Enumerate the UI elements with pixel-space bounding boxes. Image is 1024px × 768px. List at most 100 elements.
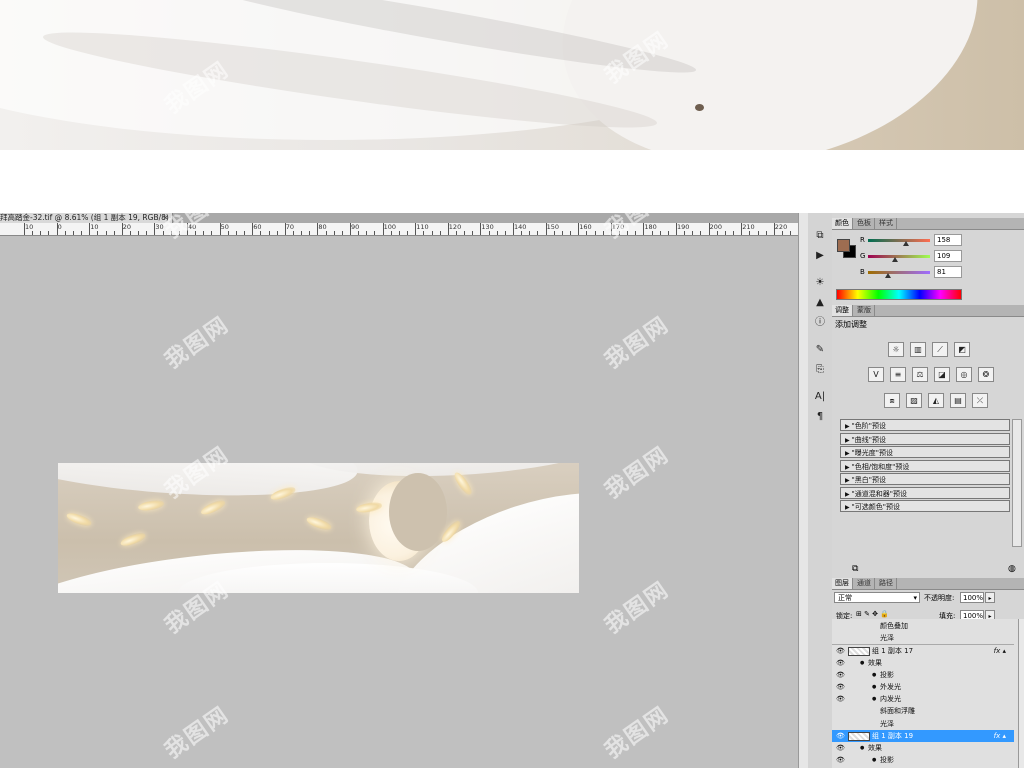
tab-channels[interactable]: 通道 bbox=[854, 578, 875, 589]
ruler-tick bbox=[121, 223, 123, 235]
tab-swatches[interactable]: 色板 bbox=[854, 218, 875, 229]
ruler-tick bbox=[602, 231, 604, 235]
layer-row[interactable]: 👁 ● 内发光 bbox=[832, 693, 1014, 705]
eye-icon[interactable]: 👁 bbox=[836, 730, 845, 742]
ruler-label: 10 bbox=[90, 223, 99, 231]
actions-icon[interactable]: ▶ bbox=[812, 249, 828, 263]
preset-row[interactable]: ▶ "黑白"预设 bbox=[840, 473, 1010, 485]
channel-mixer-icon[interactable]: ❂ bbox=[978, 367, 994, 382]
ruler-tick bbox=[309, 231, 311, 235]
levels-icon[interactable]: ▥ bbox=[910, 342, 926, 357]
layer-name: 光泽 bbox=[880, 634, 894, 643]
clone-source-icon[interactable]: ⎘ bbox=[812, 363, 828, 377]
effect-visibility-icon[interactable]: ● bbox=[860, 742, 864, 754]
channel-value-field[interactable]: 81 bbox=[934, 266, 962, 278]
lock-icons[interactable]: ⊞ ✎ ✥ 🔒 bbox=[856, 610, 889, 618]
history-icon[interactable]: ⧉ bbox=[812, 229, 828, 243]
slider-thumb-icon[interactable] bbox=[884, 273, 891, 278]
channel-slider[interactable] bbox=[868, 239, 930, 242]
tab-color[interactable]: 颜色 bbox=[832, 218, 853, 229]
effect-visibility-icon[interactable]: ● bbox=[872, 754, 876, 766]
invert-icon[interactable]: ⧈ bbox=[884, 393, 900, 408]
layer-row[interactable]: 👁 ● 效果 bbox=[832, 742, 1014, 754]
channel-value-field[interactable]: 109 bbox=[934, 250, 962, 262]
eye-icon[interactable]: 👁 bbox=[836, 693, 845, 705]
black-white-icon[interactable]: ◪ bbox=[934, 367, 950, 382]
tab-styles[interactable]: 样式 bbox=[876, 218, 897, 229]
opacity-stepper[interactable]: ▸ bbox=[985, 592, 995, 603]
layer-row[interactable]: 👁 ● 外发光 bbox=[832, 681, 1014, 693]
effect-visibility-icon[interactable]: ● bbox=[872, 669, 876, 681]
preset-row[interactable]: ▶ "通道混和器"预设 bbox=[840, 486, 1010, 499]
info-icon[interactable]: ⓘ bbox=[812, 316, 828, 330]
eye-icon[interactable]: 👁 bbox=[836, 669, 845, 681]
preset-row[interactable]: ▶ "色阶"预设 bbox=[840, 419, 1010, 431]
brightness-icon[interactable]: ☀ bbox=[812, 276, 828, 290]
layer-row[interactable]: 斜面和浮雕 bbox=[832, 705, 1014, 717]
curves-icon[interactable]: ⟋ bbox=[932, 342, 948, 357]
layers-scrollbar[interactable] bbox=[1018, 619, 1024, 768]
layer-row[interactable]: 光泽 bbox=[832, 718, 1014, 730]
character-icon[interactable]: A| bbox=[812, 390, 828, 404]
layer-row[interactable]: 颜色叠加 bbox=[832, 620, 1014, 632]
effect-visibility-icon[interactable]: ● bbox=[872, 681, 876, 693]
color-spectrum-bar[interactable] bbox=[836, 289, 962, 300]
eye-icon[interactable]: 👁 bbox=[836, 742, 845, 754]
fx-icon[interactable]: fx ▴ bbox=[994, 645, 1006, 657]
eye-icon[interactable]: 👁 bbox=[836, 681, 845, 693]
vibrance-icon[interactable]: V bbox=[868, 367, 884, 382]
selective-color-icon[interactable]: ⤫ bbox=[972, 393, 988, 408]
preset-row[interactable]: ▶ "曝光度"预设 bbox=[840, 446, 1010, 458]
preset-row[interactable]: ▶ "曲线"预设 bbox=[840, 432, 1010, 445]
ruler-tick bbox=[716, 231, 718, 235]
paragraph-icon[interactable]: ¶ bbox=[812, 410, 828, 424]
opacity-field[interactable]: 100% bbox=[960, 592, 984, 603]
brush-icon[interactable]: ✎ bbox=[812, 343, 828, 357]
eye-icon[interactable]: 👁 bbox=[836, 645, 845, 657]
layer-row[interactable]: 👁 ● 投影 bbox=[832, 669, 1014, 681]
color-balance-icon[interactable]: ⚖ bbox=[912, 367, 928, 382]
hue-saturation-icon[interactable]: ≡ bbox=[890, 367, 906, 382]
panel-options-icon[interactable]: ◍ bbox=[1008, 564, 1016, 574]
preset-row[interactable]: ▶ "可选颜色"预设 bbox=[840, 500, 1010, 512]
blend-mode-select[interactable]: 正常 ▾ bbox=[834, 592, 920, 603]
tab-masks[interactable]: 蒙版 bbox=[854, 305, 875, 316]
ruler-tick bbox=[431, 231, 433, 235]
posterize-icon[interactable]: ▨ bbox=[906, 393, 922, 408]
slider-thumb-icon[interactable] bbox=[903, 241, 910, 246]
presets-scrollbar[interactable] bbox=[1012, 419, 1022, 547]
document-tab[interactable]: 拜高踏金-32.tif @ 8.61% (组 1 副本 19, RGB/8) × bbox=[0, 213, 173, 223]
exposure-icon[interactable]: ◩ bbox=[954, 342, 970, 357]
layer-adjust-icon[interactable]: ⧉ bbox=[852, 564, 858, 574]
ruler-tick bbox=[651, 231, 653, 235]
eye-icon[interactable]: 👁 bbox=[836, 754, 845, 766]
layer-row[interactable]: 👁 ● 投影 bbox=[832, 754, 1014, 766]
ruler-tick bbox=[415, 223, 417, 235]
ruler-tick bbox=[374, 231, 376, 235]
slider-thumb-icon[interactable] bbox=[891, 257, 898, 262]
fx-icon[interactable]: fx ▴ bbox=[994, 730, 1006, 742]
channel-slider[interactable] bbox=[868, 271, 930, 274]
effect-visibility-icon[interactable]: ● bbox=[872, 693, 876, 705]
layer-row[interactable]: 👁 ● 效果 bbox=[832, 657, 1014, 669]
channel-slider[interactable] bbox=[868, 255, 930, 258]
channel-value-field[interactable]: 158 bbox=[934, 234, 962, 246]
ruler-tick bbox=[488, 231, 490, 235]
ruler-tick bbox=[684, 231, 686, 235]
effect-visibility-icon[interactable]: ● bbox=[860, 657, 864, 669]
histogram-icon[interactable]: ▲ bbox=[812, 296, 828, 310]
layer-row[interactable]: 👁 组 1 副本 17 fx ▴ bbox=[832, 644, 1014, 657]
brightness-contrast-icon[interactable]: ☼ bbox=[888, 342, 904, 357]
eye-icon[interactable]: 👁 bbox=[836, 657, 845, 669]
tab-layers[interactable]: 图层 bbox=[832, 578, 853, 589]
photo-filter-icon[interactable]: ◎ bbox=[956, 367, 972, 382]
layer-row[interactable]: 光泽 bbox=[832, 632, 1014, 644]
artwork-canvas[interactable] bbox=[58, 463, 579, 593]
tab-paths[interactable]: 路径 bbox=[876, 578, 897, 589]
gradient-map-icon[interactable]: ▤ bbox=[950, 393, 966, 408]
tab-adjustments[interactable]: 调整 bbox=[832, 305, 853, 316]
layer-row[interactable]: 👁 组 1 副本 19 fx ▴ bbox=[832, 729, 1014, 742]
preset-row[interactable]: ▶ "色相/饱和度"预设 bbox=[840, 459, 1010, 472]
foreground-color-swatch[interactable] bbox=[837, 239, 850, 252]
threshold-icon[interactable]: ◭ bbox=[928, 393, 944, 408]
